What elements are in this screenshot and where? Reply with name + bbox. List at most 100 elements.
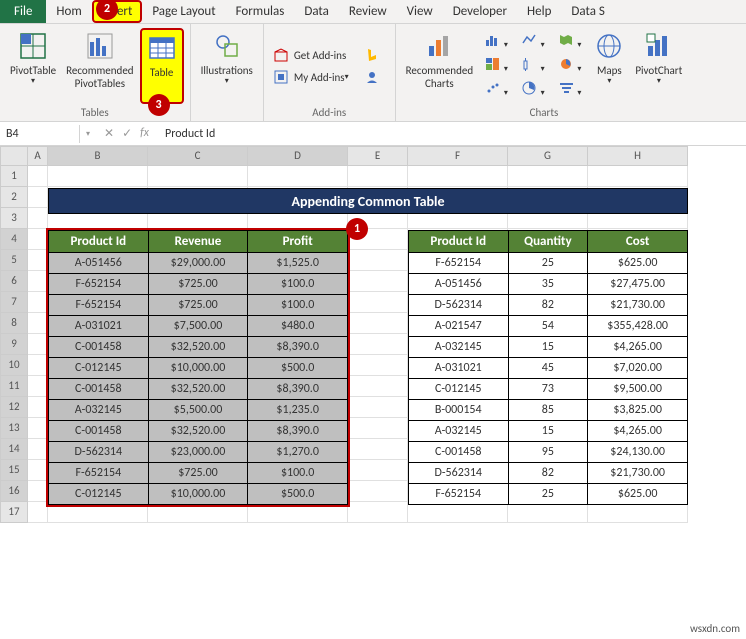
table-row[interactable]: A-03102145$7,020.00 (409, 358, 688, 379)
scatter-chart-button[interactable]: ▾ (485, 81, 508, 99)
funnel-chart-button[interactable]: ▾ (559, 81, 582, 99)
cancel-icon[interactable]: ✕ (104, 126, 114, 141)
map-chart-button[interactable]: ▾ (559, 33, 582, 51)
table-row[interactable]: C-01214573$9,500.00 (409, 379, 688, 400)
stat-chart-button[interactable]: ▾ (522, 57, 545, 75)
table-row[interactable]: F-65215425$625.00 (409, 253, 688, 274)
hier-chart-button[interactable]: ▾ (485, 57, 508, 75)
people-button[interactable] (361, 67, 389, 87)
cell[interactable] (28, 481, 48, 502)
cell[interactable] (48, 502, 148, 523)
line-chart-button[interactable]: ▾ (522, 33, 545, 51)
formulas-tab[interactable]: Formulas (226, 0, 295, 23)
row-header[interactable]: 14 (0, 439, 28, 460)
pivotchart-button[interactable]: PivotChart▾ (631, 28, 686, 104)
table-row[interactable]: A-031021$7,500.00$480.0 (49, 316, 348, 337)
table-row[interactable]: A-05145635$27,475.00 (409, 274, 688, 295)
cell[interactable] (348, 376, 408, 397)
row-header[interactable]: 12 (0, 397, 28, 418)
table-row[interactable]: C-001458$32,520.00$8,390.0 (49, 337, 348, 358)
row-header[interactable]: 6 (0, 271, 28, 292)
formula-input[interactable]: Product Id (157, 125, 746, 143)
col-header[interactable]: A (28, 146, 48, 166)
row-header[interactable]: 2 (0, 187, 28, 208)
cell[interactable] (408, 166, 508, 187)
table-row[interactable]: B-00015485$3,825.00 (409, 400, 688, 421)
fx-icon[interactable]: fx (140, 126, 149, 141)
table-row[interactable]: C-012145$10,000.00$500.0 (49, 484, 348, 505)
table-row[interactable]: A-051456$29,000.00$1,525.0 (49, 253, 348, 274)
table-row[interactable]: F-652154$725.00$100.0 (49, 295, 348, 316)
home-tab[interactable]: Hom (46, 0, 91, 23)
table-row[interactable]: F-65215425$625.00 (409, 484, 688, 505)
datas-tab[interactable]: Data S (561, 0, 614, 23)
col-header[interactable]: H (588, 146, 688, 166)
cell[interactable] (28, 418, 48, 439)
cell[interactable] (588, 166, 688, 187)
cell[interactable] (28, 208, 48, 229)
row-header[interactable]: 15 (0, 460, 28, 481)
row-header[interactable]: 7 (0, 292, 28, 313)
cell[interactable] (348, 439, 408, 460)
cell[interactable] (28, 229, 48, 250)
cell[interactable] (348, 292, 408, 313)
pivottable-button[interactable]: PivotTable▾ (6, 28, 60, 104)
row-header[interactable]: 11 (0, 376, 28, 397)
cell[interactable] (28, 502, 48, 523)
table-row[interactable]: D-56231482$21,730.00 (409, 463, 688, 484)
view-tab[interactable]: View (397, 0, 443, 23)
review-tab[interactable]: Review (339, 0, 397, 23)
file-tab[interactable]: File (0, 0, 46, 23)
cell[interactable] (348, 313, 408, 334)
table-left[interactable]: Product IdRevenueProfit A-051456$29,000.… (48, 230, 348, 505)
developer-tab[interactable]: Developer (443, 0, 517, 23)
table-row[interactable]: F-652154$725.00$100.0 (49, 274, 348, 295)
table-right[interactable]: Product IdQuantityCost F-65215425$625.00… (408, 230, 688, 505)
table-row[interactable]: D-56231482$21,730.00 (409, 295, 688, 316)
cell[interactable] (348, 481, 408, 502)
cell[interactable] (28, 292, 48, 313)
table-row[interactable]: A-02154754$355,428.00 (409, 316, 688, 337)
cell[interactable] (48, 166, 148, 187)
pie-chart-button[interactable]: ▾ (559, 57, 582, 75)
cell[interactable] (348, 502, 408, 523)
cell[interactable] (28, 439, 48, 460)
rec-pivottables-button[interactable]: Recommended PivotTables (62, 28, 137, 104)
col-header[interactable]: G (508, 146, 588, 166)
cell[interactable] (348, 250, 408, 271)
cell[interactable] (348, 166, 408, 187)
cell[interactable] (348, 355, 408, 376)
namebox-dropdown[interactable]: ▾ (80, 129, 96, 139)
table-row[interactable]: A-03214515$4,265.00 (409, 337, 688, 358)
cell[interactable] (348, 271, 408, 292)
bing-button[interactable] (361, 45, 389, 65)
row-header[interactable]: 16 (0, 481, 28, 502)
cell[interactable] (508, 166, 588, 187)
cell[interactable] (28, 313, 48, 334)
row-header[interactable]: 1 (0, 166, 28, 187)
name-box[interactable]: B4 (0, 125, 80, 143)
select-all-corner[interactable] (0, 146, 28, 166)
col-header[interactable]: B (48, 146, 148, 166)
cell[interactable] (408, 502, 508, 523)
table-row[interactable]: C-001458$32,520.00$8,390.0 (49, 379, 348, 400)
cell[interactable] (588, 502, 688, 523)
table-row[interactable]: C-001458$32,520.00$8,390.0 (49, 421, 348, 442)
illustrations-button[interactable]: Illustrations▾ (197, 28, 257, 104)
cell[interactable] (28, 166, 48, 187)
table-row[interactable]: A-03214515$4,265.00 (409, 421, 688, 442)
table-row[interactable]: C-012145$10,000.00$500.0 (49, 358, 348, 379)
enter-icon[interactable]: ✓ (122, 126, 132, 141)
cell[interactable] (248, 166, 348, 187)
cell[interactable] (148, 166, 248, 187)
table-row[interactable]: D-562314$23,000.00$1,270.0 (49, 442, 348, 463)
data-tab[interactable]: Data (294, 0, 339, 23)
cell[interactable] (148, 502, 248, 523)
rec-charts-button[interactable]: Recommended Charts (402, 28, 477, 104)
cell[interactable] (508, 502, 588, 523)
row-header[interactable]: 3 (0, 208, 28, 229)
column-chart-button[interactable]: ▾ (485, 33, 508, 51)
table-button[interactable]: Table 3 (140, 28, 184, 104)
col-header[interactable]: D (248, 146, 348, 166)
pagelayout-tab[interactable]: Page Layout (142, 0, 225, 23)
